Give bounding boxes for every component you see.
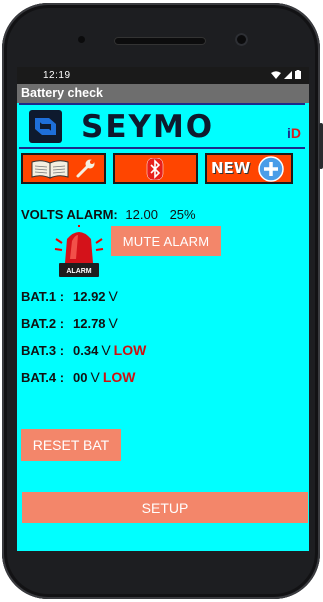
battery-status: LOW: [113, 342, 147, 358]
status-bar: 12:19: [17, 67, 309, 84]
status-time: 12:19: [43, 70, 71, 81]
status-icons: [271, 70, 301, 79]
battery-unit: V: [108, 315, 118, 331]
battery-name: BAT.4 :: [21, 370, 65, 385]
battery-row-3: BAT.3 : 0.34 V LOW: [21, 342, 146, 358]
battery-row-4: BAT.4 : 00 V LOW: [21, 369, 135, 385]
mute-alarm-label: MUTE ALARM: [122, 234, 210, 249]
volts-alarm-percent: 25%: [169, 207, 196, 222]
bluetooth-icon: [146, 158, 164, 180]
phone-frame: 12:19 Battery check SEYMO iD NEW VOLTS A…: [2, 3, 323, 599]
proximity-sensor: [78, 36, 85, 43]
signal-icon: [284, 70, 292, 79]
battery-unit: V: [108, 288, 118, 304]
brand-header: SEYMO iD: [19, 103, 305, 149]
battery-name: BAT.2 :: [21, 316, 65, 331]
battery-name: BAT.3 :: [21, 343, 65, 358]
bluetooth-button[interactable]: [113, 153, 198, 184]
seymo-logo-icon: [29, 110, 62, 143]
header-divider-top: [19, 103, 305, 105]
battery-unit: V: [101, 342, 111, 358]
battery-voltage: 12.92: [73, 289, 106, 304]
wifi-icon: [271, 70, 281, 79]
app-title: Battery check: [21, 86, 103, 100]
battery-voltage: 00: [73, 370, 88, 385]
volts-alarm-row: VOLTS ALARM: 12.00 25%: [21, 207, 196, 222]
bottom-area: [17, 533, 309, 551]
front-camera-icon: [235, 33, 248, 46]
earpiece-speaker: [114, 37, 206, 45]
id-badge-d: D: [290, 125, 301, 141]
volts-alarm-value: 12.00: [125, 207, 158, 222]
battery-voltage: 0.34: [73, 343, 99, 358]
header-divider-bottom: [19, 147, 305, 149]
battery-row-1: BAT.1 : 12.92 V: [21, 288, 121, 304]
battery-unit: V: [90, 369, 100, 385]
volts-alarm-label: VOLTS ALARM:: [21, 207, 118, 222]
battery-voltage: 12.78: [73, 316, 106, 331]
reset-bat-button[interactable]: RESET BAT: [21, 429, 121, 461]
battery-status: LOW: [102, 369, 136, 385]
toolbar: NEW: [21, 153, 305, 186]
setup-label: SETUP: [141, 500, 189, 516]
brand-name: SEYMO: [81, 109, 215, 145]
battery-name: BAT.1 :: [21, 289, 65, 304]
alarm-light-icon: ALARM: [54, 225, 104, 277]
battery-icon: [295, 70, 301, 79]
battery-row-2: BAT.2 : 12.78 V: [21, 315, 121, 331]
id-badge: iD: [287, 125, 301, 141]
mute-alarm-button[interactable]: MUTE ALARM: [111, 226, 221, 256]
side-button: [319, 123, 323, 169]
app-title-bar: Battery check: [17, 84, 309, 103]
reset-bat-label: RESET BAT: [32, 437, 110, 453]
manual-settings-button[interactable]: [21, 153, 106, 184]
setup-button[interactable]: SETUP: [22, 492, 308, 523]
plus-circle-icon: [258, 156, 284, 182]
app-screen: 12:19 Battery check SEYMO iD NEW VOLTS A…: [17, 67, 309, 551]
new-label: NEW: [211, 159, 251, 177]
wrench-icon: [76, 159, 95, 178]
alarm-light-label: ALARM: [66, 268, 91, 275]
new-button[interactable]: NEW: [205, 153, 293, 184]
book-icon: [31, 160, 69, 179]
